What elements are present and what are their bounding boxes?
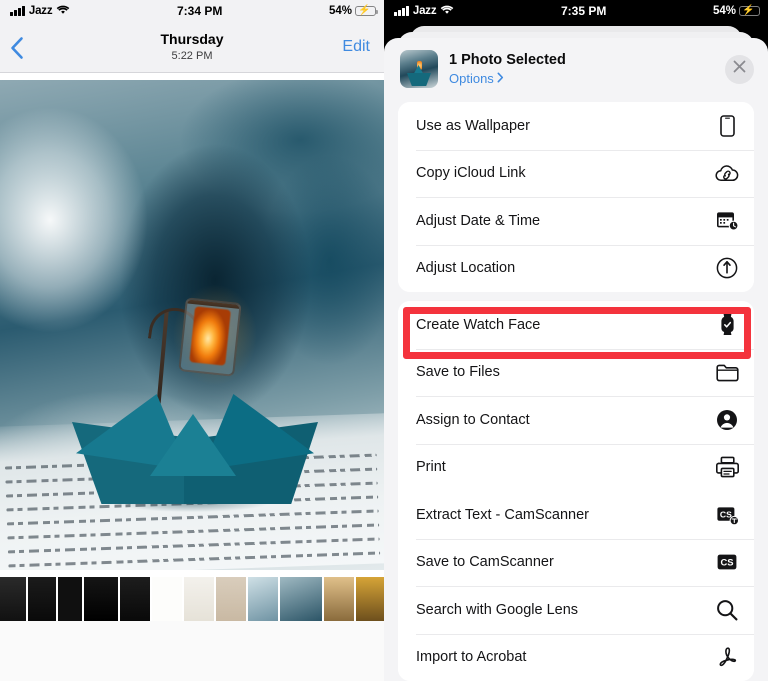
- status-left-group: Jazz: [394, 4, 454, 18]
- contact-person-icon: [715, 408, 739, 432]
- selection-title: 1 Photo Selected: [449, 52, 566, 68]
- menu-item-use-as-wallpaper[interactable]: Use as Wallpaper: [398, 102, 754, 150]
- menu-item-label: Use as Wallpaper: [416, 117, 530, 134]
- battery-charging-icon: ⚡: [738, 6, 762, 17]
- menu-item-create-watch-face[interactable]: Create Watch Face: [398, 301, 754, 349]
- wifi-icon: [56, 4, 70, 18]
- svg-text:CS: CS: [720, 557, 733, 568]
- status-right-group: 54% ⚡: [328, 5, 378, 17]
- cloud-link-icon: [715, 161, 739, 185]
- photo-date-title: Thursday 5:22 PM: [0, 31, 384, 63]
- list-item[interactable]: [184, 577, 214, 621]
- folder-icon: [715, 360, 739, 384]
- menu-item-label: Adjust Date & Time: [416, 212, 541, 229]
- menu-item-copy-icloud-link[interactable]: Copy iCloud Link: [398, 149, 754, 197]
- list-item[interactable]: [324, 577, 354, 621]
- menu-item-save-to-camscanner[interactable]: Save to CamScanner CS: [398, 538, 754, 586]
- options-link[interactable]: Options: [449, 70, 714, 87]
- menu-item-label: Extract Text - CamScanner: [416, 506, 589, 523]
- edit-button[interactable]: Edit: [342, 38, 370, 56]
- svg-text:CS: CS: [719, 509, 731, 519]
- share-sheet-header: 1 Photo Selected Options: [384, 38, 768, 102]
- close-icon: [733, 60, 746, 78]
- signal-bars-icon: [10, 6, 25, 16]
- signal-bars-icon: [394, 6, 409, 16]
- left-status-bar: Jazz 7:34 PM 54% ⚡: [0, 0, 384, 22]
- menu-item-label: Save to CamScanner: [416, 554, 554, 571]
- menu-item-adjust-location[interactable]: Adjust Location: [398, 244, 754, 292]
- menu-item-search-with-google-lens[interactable]: Search with Google Lens: [398, 586, 754, 634]
- list-item[interactable]: [248, 577, 278, 621]
- left-phone-panel: Jazz 7:34 PM 54% ⚡ Thursday 5:22 PM Edit: [0, 0, 384, 681]
- close-button[interactable]: [725, 54, 754, 84]
- photo-bottom-toolbar: [0, 621, 384, 681]
- menu-item-label: Save to Files: [416, 364, 500, 381]
- photo-viewer[interactable]: [0, 73, 384, 681]
- menu-item-label: Adjust Location: [416, 260, 516, 277]
- left-nav-bar: Thursday 5:22 PM Edit: [0, 22, 384, 73]
- list-item[interactable]: [216, 577, 246, 621]
- menu-item-save-to-files[interactable]: Save to Files: [398, 348, 754, 396]
- menu-item-assign-to-contact[interactable]: Assign to Contact: [398, 396, 754, 444]
- wifi-icon: [440, 4, 454, 18]
- list-item[interactable]: [58, 577, 82, 621]
- share-sheet-header-text: 1 Photo Selected Options: [449, 51, 714, 87]
- list-item[interactable]: [28, 577, 56, 621]
- share-sheet: 1 Photo Selected Options Use as Wallpape…: [384, 38, 768, 681]
- menu-item-label: Create Watch Face: [416, 316, 541, 333]
- status-time: 7:34 PM: [176, 4, 223, 18]
- share-sheet-group-1: Use as Wallpaper Copy iCloud Link Adjust…: [398, 102, 754, 292]
- battery-charging-icon: ⚡: [354, 6, 378, 17]
- menu-item-print[interactable]: Print: [398, 443, 754, 491]
- carrier-label: Jazz: [412, 5, 437, 17]
- back-button[interactable]: [10, 36, 24, 59]
- iphone-icon: [715, 114, 739, 138]
- photo-thumbnail-strip[interactable]: [0, 577, 384, 621]
- menu-item-import-to-acrobat[interactable]: Import to Acrobat: [398, 633, 754, 681]
- chevron-right-icon: [497, 70, 504, 87]
- battery-percent-label: 54%: [328, 5, 352, 17]
- acrobat-icon: [715, 645, 739, 669]
- menu-item-label: Import to Acrobat: [416, 649, 527, 666]
- menu-item-adjust-date-time[interactable]: Adjust Date & Time: [398, 197, 754, 245]
- status-left-group: Jazz: [10, 4, 70, 18]
- printer-icon: [715, 455, 739, 479]
- photo-date-time: 5:22 PM: [171, 50, 213, 62]
- camscanner-text-icon: CS: [715, 503, 739, 527]
- screenshot-root: Jazz 7:34 PM 54% ⚡ Thursday 5:22 PM Edit…: [0, 0, 768, 681]
- status-time: 7:35 PM: [560, 4, 607, 18]
- list-item[interactable]: [120, 577, 150, 621]
- menu-item-label: Print: [416, 459, 446, 476]
- right-status-bar: Jazz 7:35 PM 54% ⚡: [384, 0, 768, 22]
- carrier-label: Jazz: [28, 5, 53, 17]
- menu-item-extract-text-camscanner[interactable]: Extract Text - CamScanner CS: [398, 491, 754, 539]
- photo-paper-boat: [72, 394, 318, 516]
- share-sheet-group-2: Create Watch Face Save to Files Assign t…: [398, 301, 754, 681]
- list-item[interactable]: [356, 577, 384, 621]
- list-item[interactable]: [0, 577, 26, 621]
- apple-watch-icon: [715, 313, 739, 337]
- options-label: Options: [449, 71, 494, 86]
- photo-image: [0, 80, 384, 570]
- photo-thumbnail[interactable]: [400, 50, 438, 88]
- calendar-clock-icon: [715, 209, 739, 233]
- camscanner-icon: CS: [715, 550, 739, 574]
- list-item[interactable]: [84, 577, 118, 621]
- menu-item-label: Assign to Contact: [416, 411, 530, 428]
- right-phone-panel: Jazz 7:35 PM 54% ⚡ 1 Photo Selected Opti…: [384, 0, 768, 681]
- photo-lantern: [178, 297, 242, 377]
- menu-item-label: Search with Google Lens: [416, 601, 579, 618]
- magnifier-icon: [715, 598, 739, 622]
- location-pin-circle-icon: [715, 256, 739, 280]
- battery-percent-label: 54%: [712, 5, 736, 17]
- photo-date-day: Thursday: [160, 31, 224, 47]
- status-right-group: 54% ⚡: [712, 5, 762, 17]
- menu-item-label: Copy iCloud Link: [416, 165, 526, 182]
- list-item[interactable]: [280, 577, 322, 621]
- list-item[interactable]: [152, 577, 182, 621]
